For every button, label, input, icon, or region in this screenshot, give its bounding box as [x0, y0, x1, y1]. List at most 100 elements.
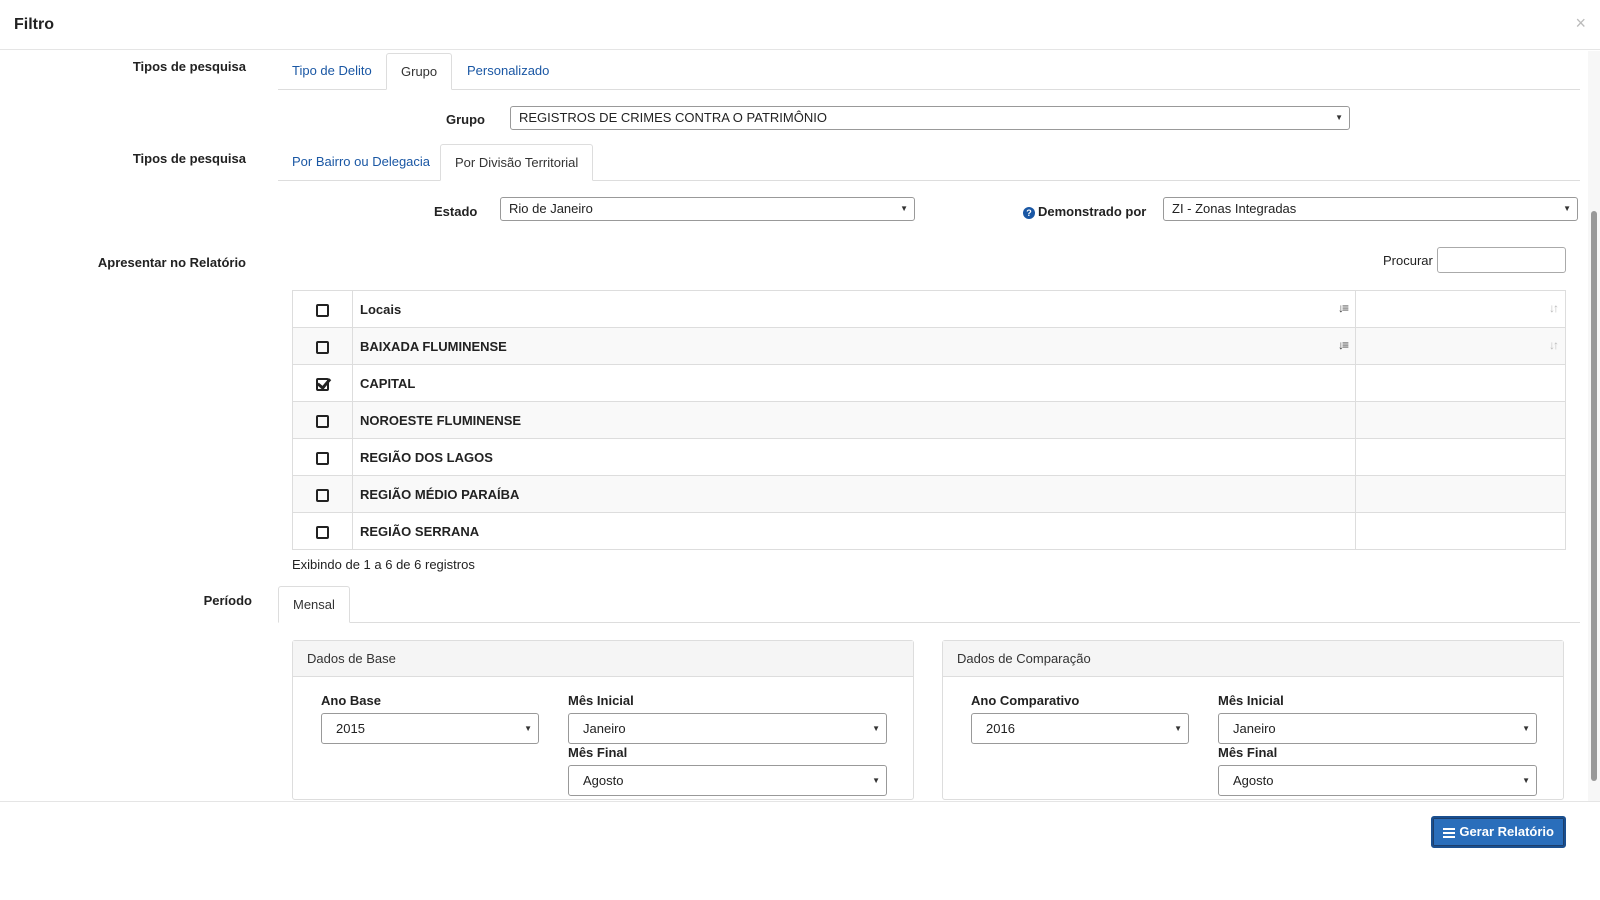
ano-comparativo-select[interactable]: 2016 ▼ — [971, 713, 1189, 744]
row-checkbox[interactable] — [316, 414, 329, 428]
extra-header[interactable]: ↓↑ — [1355, 290, 1566, 328]
table-row[interactable]: REGIÃO SERRANA — [292, 512, 1566, 550]
sort-icon[interactable]: ↓↑ — [1549, 338, 1559, 352]
row-checkbox-cell[interactable] — [292, 327, 353, 365]
periodo-label: Período — [203, 593, 252, 608]
ano-base-value: 2015 — [336, 721, 365, 736]
search-input[interactable] — [1437, 247, 1566, 273]
row-checkbox[interactable] — [316, 525, 329, 539]
row-name-text: REGIÃO SERRANA — [360, 523, 480, 539]
ano-base-select[interactable]: 2015 ▼ — [321, 713, 539, 744]
modal-title: Filtro — [14, 16, 54, 33]
sort-asc-icon[interactable]: ↓≡ — [1338, 301, 1349, 315]
mes-final-select[interactable]: Agosto ▼ — [568, 765, 887, 796]
estado-value: Rio de Janeiro — [509, 201, 593, 216]
relatorio-label: Apresentar no Relatório — [97, 255, 246, 270]
sort-asc-icon[interactable]: ↓≡ — [1338, 338, 1349, 352]
row-name-text: REGIÃO MÉDIO PARAÍBA — [360, 486, 520, 502]
mes-inicial-select[interactable]: Janeiro ▼ — [568, 713, 887, 744]
row-checkbox-cell[interactable] — [292, 401, 353, 439]
row-name: NOROESTE FLUMINENSE — [352, 401, 1356, 439]
demonstrado-select[interactable]: ZI - Zonas Integradas ▼ — [1163, 197, 1578, 221]
row-checkbox-cell[interactable] — [292, 438, 353, 476]
chevron-down-icon: ▼ — [900, 204, 908, 213]
mes-final-label: Mês Final — [568, 745, 628, 760]
row-name-text: REGIÃO DOS LAGOS — [360, 449, 493, 465]
table-info: Exibindo de 1 a 6 de 6 registros — [292, 557, 475, 572]
row-name: CAPITAL — [352, 364, 1356, 402]
table-row[interactable]: BAIXADA FLUMINENSE ↓≡ ↓↑ — [292, 327, 1566, 365]
row-extra — [1355, 401, 1566, 439]
comp-mes-final-label: Mês Final — [1218, 745, 1278, 760]
comp-mes-final-value: Agosto — [1233, 773, 1274, 788]
help-icon[interactable]: ? — [1023, 207, 1035, 219]
demonstrado-label: ? Demonstrado por — [1023, 204, 1146, 219]
comparacao-panel: Dados de Comparação Ano Comparativo 2016… — [942, 640, 1564, 800]
table-row[interactable]: REGIÃO DOS LAGOS — [292, 438, 1566, 476]
select-all-cell[interactable] — [292, 290, 353, 328]
row-checkbox[interactable] — [316, 377, 329, 391]
search-types-label-2: Tipos de pesquisa — [132, 151, 246, 166]
table-row[interactable]: NOROESTE FLUMINENSE — [292, 401, 1566, 439]
row-name: BAIXADA FLUMINENSE ↓≡ — [352, 327, 1356, 365]
periodo-tabs: Mensal — [278, 586, 1580, 623]
scrollbar-thumb[interactable] — [1591, 211, 1597, 781]
demonstrado-text: Demonstrado por — [1038, 204, 1147, 219]
mes-final-value: Agosto — [583, 773, 624, 788]
gerar-relatorio-button[interactable]: Gerar Relatório — [1431, 816, 1566, 848]
row-checkbox[interactable] — [316, 488, 329, 502]
scrollbar[interactable] — [1588, 51, 1600, 801]
grupo-value: REGISTROS DE CRIMES CONTRA O PATRIMÔNIO — [519, 110, 827, 125]
tab-por-bairro[interactable]: Por Bairro ou Delegacia — [278, 144, 444, 181]
tab-tipo-de-delito[interactable]: Tipo de Delito — [278, 53, 386, 90]
comparacao-panel-title: Dados de Comparação — [943, 641, 1563, 677]
search-type-tabs: Tipo de Delito Grupo Personalizado — [278, 53, 1580, 90]
tab-grupo[interactable]: Grupo — [386, 53, 453, 90]
row-checkbox-cell[interactable] — [292, 364, 353, 402]
sort-icon[interactable]: ↓↑ — [1549, 301, 1559, 315]
grupo-select[interactable]: REGISTROS DE CRIMES CONTRA O PATRIMÔNIO … — [510, 106, 1350, 130]
estado-select[interactable]: Rio de Janeiro ▼ — [500, 197, 915, 221]
row-checkbox-cell[interactable] — [292, 512, 353, 550]
modal-footer: Gerar Relatório — [0, 801, 1600, 900]
tab-mensal[interactable]: Mensal — [278, 586, 350, 623]
base-panel: Dados de Base Ano Base 2015 ▼ Mês Inicia… — [292, 640, 914, 800]
row-name-text: NOROESTE FLUMINENSE — [360, 412, 522, 428]
row-checkbox-cell[interactable] — [292, 475, 353, 513]
locais-table: Locais ↓≡ ↓↑ BAIXADA FLUMINENSE ↓≡ ↓↑ CAPIT… — [292, 290, 1566, 550]
chevron-down-icon: ▼ — [1522, 724, 1530, 733]
chevron-down-icon: ▼ — [1174, 724, 1182, 733]
comp-mes-inicial-select[interactable]: Janeiro ▼ — [1218, 713, 1537, 744]
mes-inicial-label: Mês Inicial — [568, 693, 634, 708]
row-checkbox[interactable] — [316, 340, 329, 354]
mes-inicial-value: Janeiro — [583, 721, 626, 736]
chevron-down-icon: ▼ — [1563, 204, 1571, 213]
select-all-checkbox[interactable] — [316, 303, 329, 317]
table-row[interactable]: CAPITAL — [292, 364, 1566, 402]
menu-icon — [1443, 826, 1456, 840]
ano-base-label: Ano Base — [321, 693, 381, 708]
row-extra — [1355, 438, 1566, 476]
row-name-text: BAIXADA FLUMINENSE — [360, 338, 507, 354]
close-icon[interactable]: × — [1575, 13, 1586, 34]
ano-comparativo-label: Ano Comparativo — [971, 693, 1080, 708]
locais-header[interactable]: Locais ↓≡ — [352, 290, 1356, 328]
chevron-down-icon: ▼ — [1522, 776, 1530, 785]
ano-comparativo-value: 2016 — [986, 721, 1015, 736]
chevron-down-icon: ▼ — [524, 724, 532, 733]
row-checkbox[interactable] — [316, 451, 329, 465]
comp-mes-final-select[interactable]: Agosto ▼ — [1218, 765, 1537, 796]
table-row[interactable]: REGIÃO MÉDIO PARAÍBA — [292, 475, 1566, 513]
row-extra — [1355, 475, 1566, 513]
chevron-down-icon: ▼ — [872, 724, 880, 733]
locais-header-text: Locais — [360, 301, 402, 317]
tab-por-divisao[interactable]: Por Divisão Territorial — [440, 144, 594, 181]
table-header-row: Locais ↓≡ ↓↑ — [292, 290, 1566, 328]
row-name: REGIÃO SERRANA — [352, 512, 1356, 550]
procurar-label: Procurar — [1383, 253, 1433, 268]
row-extra — [1355, 512, 1566, 550]
tab-personalizado[interactable]: Personalizado — [453, 53, 563, 90]
estado-label: Estado — [434, 204, 478, 219]
chevron-down-icon: ▼ — [1335, 113, 1343, 122]
search-types-label: Tipos de pesquisa — [132, 59, 246, 74]
